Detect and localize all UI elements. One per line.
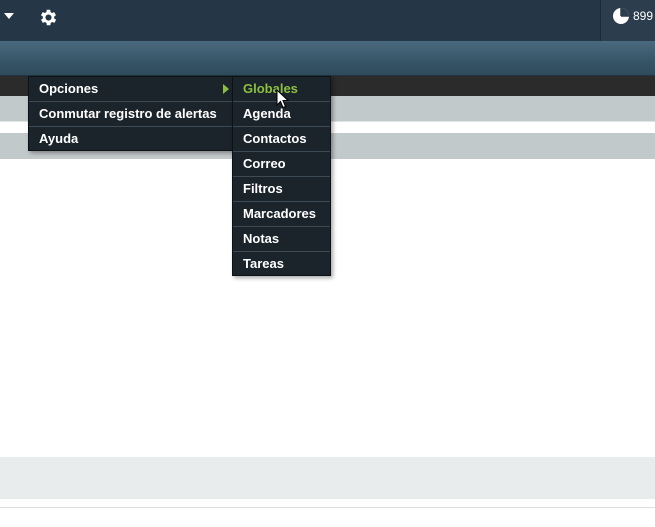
footer-divider [0, 507, 655, 508]
submenu-item-tareas[interactable]: Tareas [233, 252, 330, 277]
submenu-item-marcadores[interactable]: Marcadores [233, 202, 330, 227]
menu-item-label: Filtros [243, 181, 283, 196]
menu-item-label: Opciones [39, 81, 99, 96]
submenu-item-filtros[interactable]: Filtros [233, 177, 330, 202]
toolbar [0, 41, 655, 76]
menu-item-label: Contactos [243, 131, 307, 146]
pie-chart-icon[interactable] [612, 7, 630, 25]
menu-item-label: Conmutar registro de alertas [39, 106, 217, 121]
mouse-cursor-icon [276, 89, 290, 109]
menu-item-ayuda[interactable]: Ayuda [29, 127, 234, 152]
submenu-arrow-icon [223, 84, 229, 94]
menu-item-opciones[interactable]: Opciones [29, 77, 234, 102]
menu-item-label: Ayuda [39, 131, 79, 146]
quota-text: 899 [633, 9, 654, 23]
menu-item-label: Marcadores [243, 206, 316, 221]
settings-dropdown-menu: Opciones Conmutar registro de alertas Ay… [28, 76, 235, 151]
caret-down-icon[interactable] [4, 13, 14, 19]
menu-item-toggle-alert-log[interactable]: Conmutar registro de alertas [29, 102, 234, 127]
footer-band [0, 457, 655, 499]
submenu-item-notas[interactable]: Notas [233, 227, 330, 252]
gear-icon[interactable] [38, 7, 59, 28]
submenu-item-contactos[interactable]: Contactos [233, 127, 330, 152]
menu-item-label: Notas [243, 231, 280, 246]
top-header-bar [0, 0, 655, 41]
menu-item-label: Correo [243, 156, 286, 171]
submenu-item-correo[interactable]: Correo [233, 152, 330, 177]
menu-item-label: Tareas [243, 256, 284, 271]
